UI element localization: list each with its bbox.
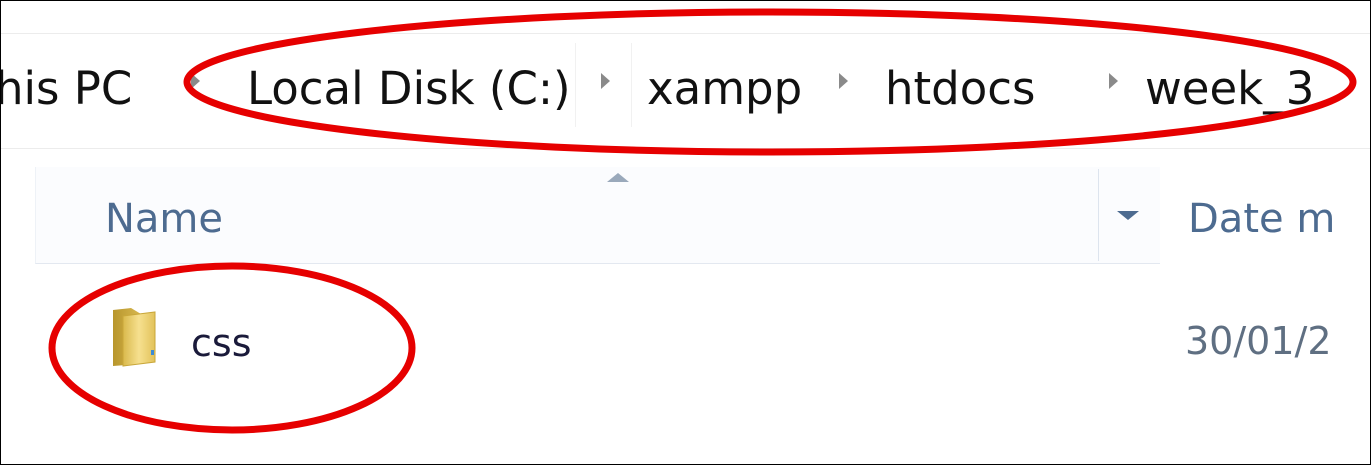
folder-icon xyxy=(113,308,156,367)
breadcrumb-divider xyxy=(631,43,632,127)
breadcrumb-htdocs[interactable]: htdocs xyxy=(885,59,1035,119)
breadcrumb-this-pc[interactable]: his PC xyxy=(1,59,132,119)
column-divider[interactable] xyxy=(1098,169,1099,261)
breadcrumb-separator-icon[interactable] xyxy=(839,73,848,89)
breadcrumb-xampp[interactable]: xampp xyxy=(647,59,802,119)
breadcrumb-separator-icon[interactable] xyxy=(1109,73,1118,89)
breadcrumb-week-3[interactable]: week_3 xyxy=(1145,59,1314,119)
explorer-window: his PC Local Disk (C:) xampp htdocs week… xyxy=(0,0,1371,465)
breadcrumb-local-disk[interactable]: Local Disk (C:) xyxy=(247,59,571,119)
breadcrumb-divider xyxy=(575,43,576,127)
column-filter-dropdown-icon[interactable] xyxy=(1117,211,1139,220)
address-bar[interactable]: his PC Local Disk (C:) xampp htdocs week… xyxy=(1,1,1370,151)
column-header-date-modified[interactable]: Date m xyxy=(1188,193,1335,245)
file-date-modified: 30/01/2 xyxy=(1185,319,1332,363)
file-name[interactable]: css xyxy=(191,319,252,367)
column-header-name[interactable]: Name xyxy=(105,193,223,245)
breadcrumb-separator-icon[interactable] xyxy=(191,73,200,89)
breadcrumb-separator-icon[interactable] xyxy=(601,73,610,89)
sort-ascending-icon xyxy=(607,173,629,182)
